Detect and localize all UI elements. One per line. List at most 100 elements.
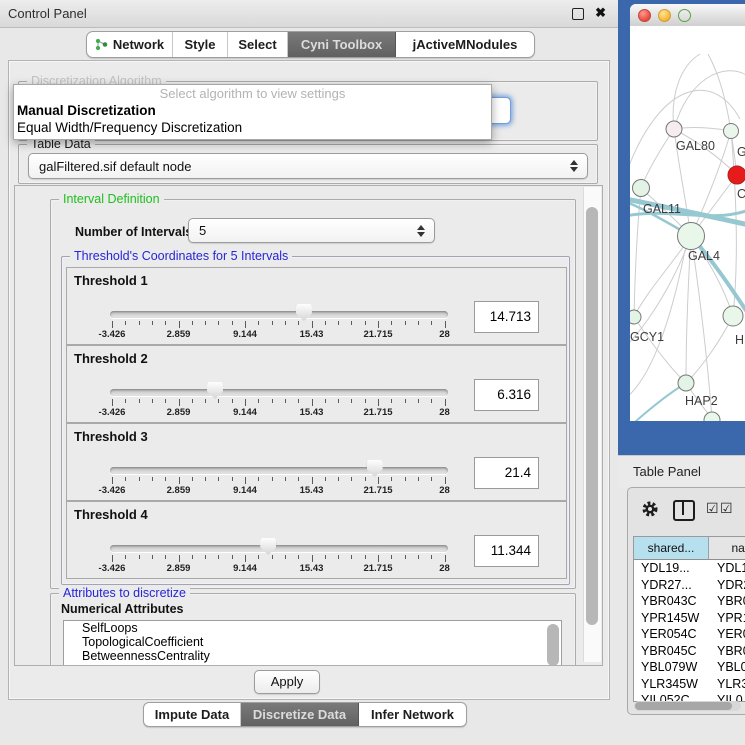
slider-tick bbox=[391, 477, 392, 481]
list-scrollbar-thumb[interactable] bbox=[547, 624, 559, 666]
slider-tick bbox=[298, 321, 299, 325]
table-row[interactable]: YDR27...YDR2 bbox=[634, 577, 745, 594]
table-row[interactable]: YPR145WYPR1 bbox=[634, 610, 745, 627]
table-row[interactable]: YBR043CYBR0 bbox=[634, 593, 745, 610]
slider-tick bbox=[351, 399, 352, 403]
tab-style[interactable]: Style bbox=[173, 32, 228, 57]
threshold-slider-handle[interactable] bbox=[207, 382, 223, 399]
number-of-intervals-combobox[interactable]: 5 bbox=[188, 218, 435, 243]
network-edge bbox=[630, 383, 686, 421]
numerical-attributes-list[interactable]: SelfLoopsTopologicalCoefficientBetweenne… bbox=[63, 620, 562, 666]
slider-tick bbox=[445, 555, 446, 562]
slider-tick bbox=[285, 477, 286, 481]
close-panel-icon[interactable]: ✖ bbox=[595, 5, 606, 21]
table-hscrollbar-thumb[interactable] bbox=[635, 702, 732, 710]
slider-tick bbox=[298, 399, 299, 403]
tab-discretize-data[interactable]: Discretize Data bbox=[241, 703, 359, 726]
slider-tick bbox=[351, 321, 352, 325]
threshold-slider-handle[interactable] bbox=[367, 460, 383, 477]
float-panel-icon[interactable] bbox=[572, 8, 584, 20]
tab-label: Cyni Toolbox bbox=[301, 37, 382, 52]
attribute-list-item[interactable]: BetweennessCentrality bbox=[64, 649, 561, 663]
cell-name: YPR1 bbox=[709, 610, 745, 627]
threshold-slider-track[interactable] bbox=[110, 389, 448, 396]
network-node-c[interactable] bbox=[728, 166, 745, 184]
threshold-slider-handle[interactable] bbox=[296, 304, 312, 321]
cell-shared-name: YPR145W bbox=[634, 610, 709, 627]
threshold-slider-track[interactable] bbox=[110, 545, 448, 552]
table-column-header[interactable]: name bbox=[709, 537, 745, 559]
checkbox-column-icon[interactable]: ☑ bbox=[706, 500, 719, 517]
close-window-icon[interactable] bbox=[638, 9, 651, 22]
split-view-icon[interactable] bbox=[673, 500, 695, 521]
network-node-label: GAL11 bbox=[643, 202, 681, 216]
network-node-hap2[interactable] bbox=[678, 375, 694, 391]
network-canvas[interactable]: GAL80GACGAL11GAL4GCY1HHAP2 bbox=[630, 26, 745, 421]
cell-name: YBL0 bbox=[709, 659, 745, 676]
slider-tick bbox=[218, 477, 219, 481]
tab-cyni-toolbox[interactable]: Cyni Toolbox bbox=[288, 32, 396, 57]
threshold-value-field[interactable]: 6.316 bbox=[474, 379, 539, 411]
thresholds-group: Threshold's Coordinates for 5 Intervals … bbox=[61, 256, 570, 585]
attribute-list-item[interactable]: TopologicalCoefficient bbox=[64, 635, 561, 649]
network-node[interactable] bbox=[704, 412, 720, 421]
slider-tick-label: 9.144 bbox=[233, 485, 257, 496]
attribute-list-item[interactable]: SelfLoops bbox=[64, 621, 561, 635]
slider-tick bbox=[391, 321, 392, 325]
threshold-slider-track[interactable] bbox=[110, 467, 448, 474]
number-of-intervals-value: 5 bbox=[199, 219, 206, 242]
cell-name: YDL1 bbox=[709, 560, 745, 577]
network-node-gal11[interactable] bbox=[633, 180, 650, 197]
viewport-scrollbar-thumb[interactable] bbox=[586, 207, 598, 625]
slider-tick bbox=[338, 321, 339, 325]
threshold-slider-handle[interactable] bbox=[260, 538, 276, 555]
network-node-ga[interactable] bbox=[724, 124, 739, 139]
slider-tick bbox=[405, 399, 406, 403]
slider-tick bbox=[245, 399, 246, 406]
network-node-label: C bbox=[737, 187, 745, 201]
slider-tick bbox=[205, 555, 206, 559]
gear-icon[interactable] bbox=[641, 500, 659, 518]
apply-button[interactable]: Apply bbox=[254, 670, 320, 694]
tab-impute-data[interactable]: Impute Data bbox=[144, 703, 241, 726]
table-row[interactable]: YBR045CYBR0 bbox=[634, 643, 745, 660]
tab-select[interactable]: Select bbox=[228, 32, 288, 57]
algorithm-option[interactable]: Equal Width/Frequency Discretization bbox=[14, 119, 491, 136]
slider-tick bbox=[272, 555, 273, 559]
table-row[interactable]: YBL079WYBL0 bbox=[634, 659, 745, 676]
table-data-group: Table Data galFiltered.sif default node bbox=[18, 144, 598, 184]
checkbox-column-icon[interactable]: ☑ bbox=[720, 500, 733, 517]
table-row[interactable]: YDL19...YDL1 bbox=[634, 560, 745, 577]
slider-tick bbox=[245, 321, 246, 328]
table-row[interactable]: YER054CYER0 bbox=[634, 626, 745, 643]
slider-tick bbox=[365, 477, 366, 481]
network-node-label: H bbox=[735, 333, 744, 347]
network-node-gal4[interactable] bbox=[678, 223, 705, 250]
table-hscrollbar[interactable] bbox=[634, 701, 741, 711]
table-column-header[interactable]: shared... bbox=[634, 537, 709, 559]
table-data-combobox[interactable]: galFiltered.sif default node bbox=[28, 153, 588, 179]
viewport-scrollbar[interactable] bbox=[583, 187, 601, 662]
network-node-gal80[interactable] bbox=[666, 121, 682, 137]
network-node-h[interactable] bbox=[723, 306, 743, 326]
slider-tick bbox=[152, 555, 153, 559]
slider-tick bbox=[418, 477, 419, 481]
minimize-window-icon[interactable] bbox=[658, 9, 671, 22]
threshold-label: Threshold 4 bbox=[74, 507, 148, 522]
tab-infer-network[interactable]: Infer Network bbox=[359, 703, 466, 726]
threshold-value-field[interactable]: 11.344 bbox=[474, 535, 539, 567]
slider-tick-label: 15.43 bbox=[300, 563, 324, 574]
network-edge bbox=[634, 236, 691, 317]
network-node-gcy1[interactable] bbox=[630, 310, 641, 324]
network-edge bbox=[634, 317, 686, 383]
zoom-window-icon[interactable] bbox=[678, 9, 691, 22]
algorithm-option[interactable]: Manual Discretization bbox=[14, 102, 491, 119]
threshold-value-field[interactable]: 14.713 bbox=[474, 301, 539, 333]
threshold-value-field[interactable]: 21.4 bbox=[474, 457, 539, 489]
slider-tick bbox=[232, 321, 233, 325]
table-row[interactable]: YLR345WYLR3 bbox=[634, 676, 745, 693]
threshold-slider-track[interactable] bbox=[110, 311, 448, 318]
tab-network[interactable]: Network bbox=[87, 32, 173, 57]
algorithm-popup-placeholder: Select algorithm to view settings bbox=[14, 85, 491, 102]
tab-jactivemnodules[interactable]: jActiveMNodules bbox=[396, 32, 534, 57]
